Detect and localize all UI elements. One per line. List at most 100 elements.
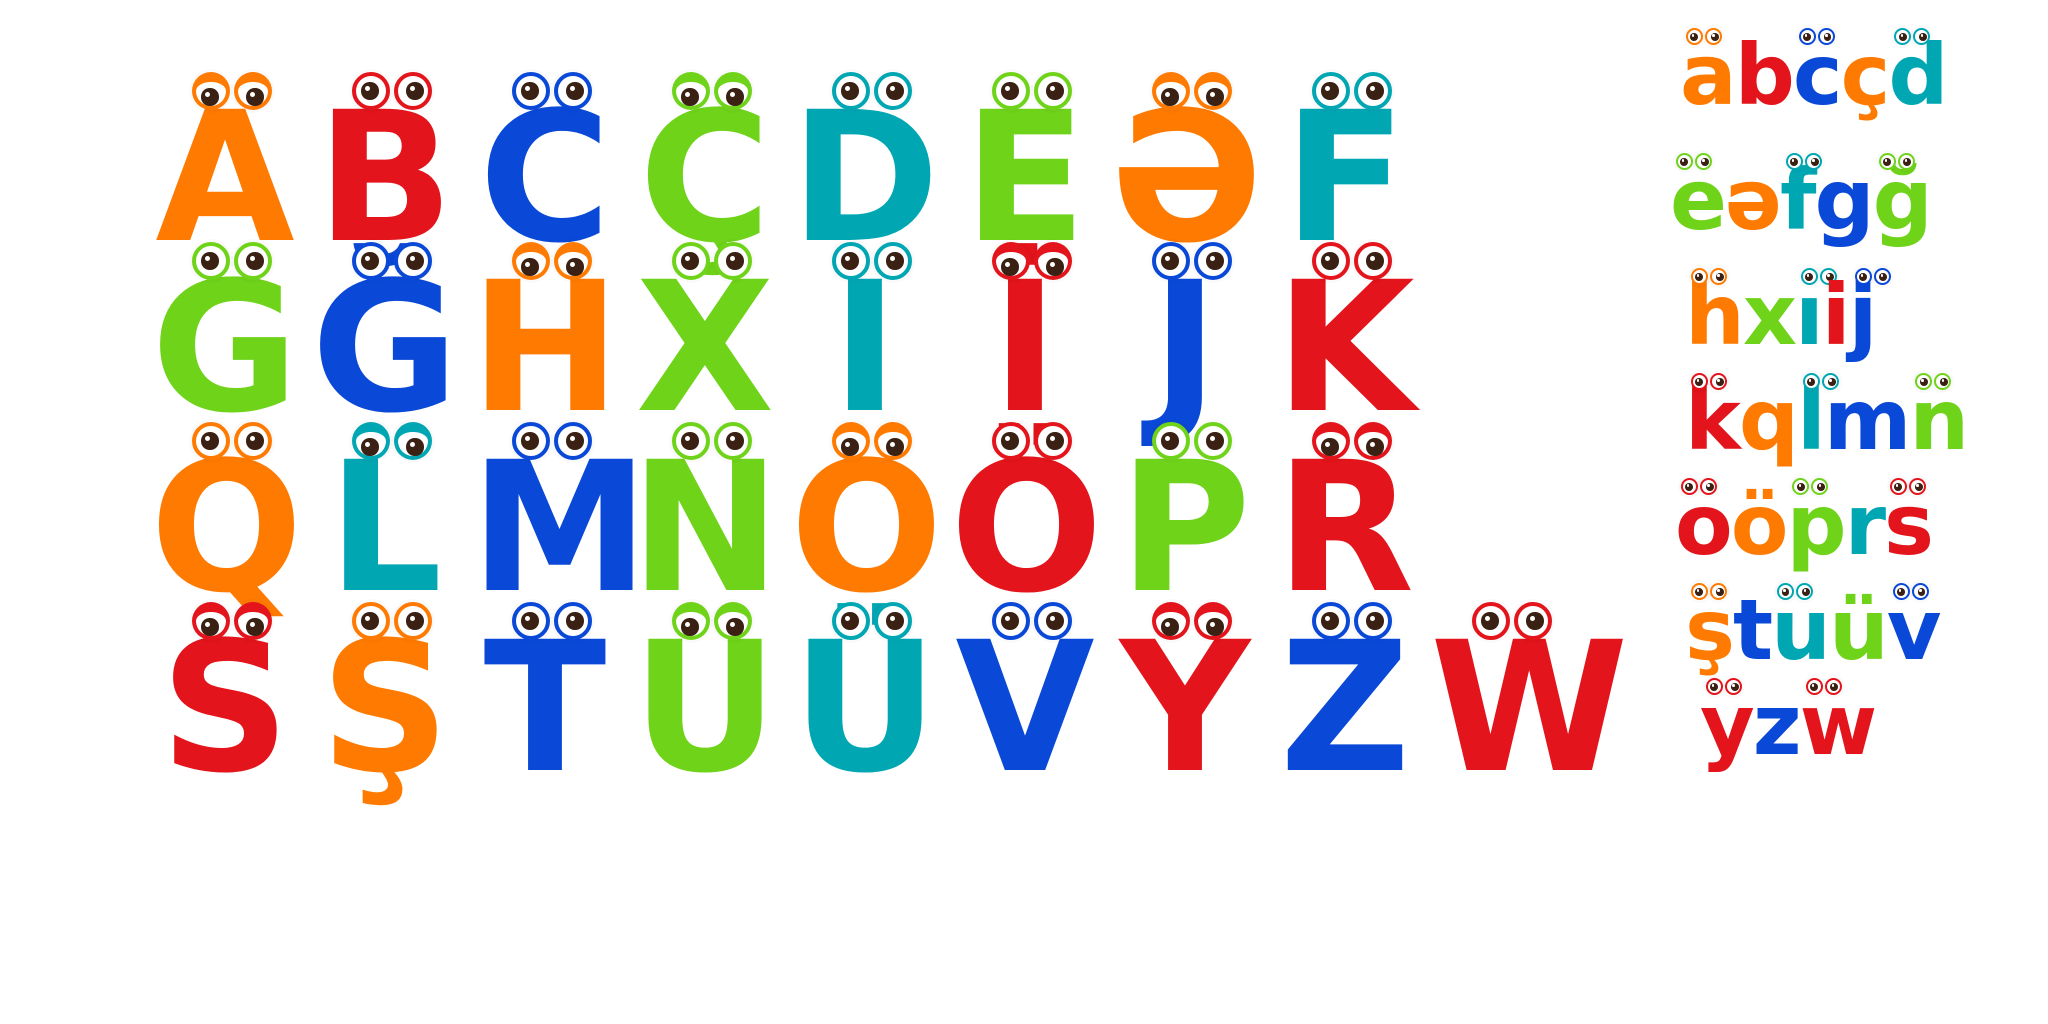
googly-eyes bbox=[512, 602, 592, 640]
lowercase-letter: u bbox=[1771, 575, 1831, 685]
eye-icon bbox=[1354, 602, 1392, 640]
letter-glyph: İ bbox=[991, 244, 1059, 453]
eye-icon bbox=[992, 422, 1030, 460]
letter-glyph: S bbox=[160, 604, 290, 813]
eye-icon bbox=[1034, 242, 1072, 280]
googly-eyes bbox=[1792, 478, 1829, 495]
uppercase-letter: Ğ bbox=[310, 242, 460, 444]
eye-icon bbox=[714, 422, 752, 460]
lowercase-letter: e bbox=[1670, 145, 1727, 255]
lowercase-alphabet: abcçdeəfgğhxıijkqlmnoöprsştuüvyzw bbox=[1670, 20, 2010, 1000]
eye-icon bbox=[1894, 28, 1912, 45]
letter-glyph: O bbox=[790, 424, 944, 633]
googly-eyes bbox=[1777, 583, 1814, 600]
eye-icon bbox=[1354, 422, 1392, 460]
googly-eyes bbox=[1676, 153, 1712, 170]
eye-icon bbox=[1801, 268, 1818, 285]
googly-eyes bbox=[512, 242, 592, 280]
letter-glyph: r bbox=[1844, 476, 1886, 574]
googly-eyes bbox=[832, 72, 912, 110]
uppercase-letter: V bbox=[950, 602, 1100, 804]
googly-eyes bbox=[1805, 678, 1842, 695]
lowercase-letter: i bbox=[1821, 260, 1851, 370]
lowercase-letter: b bbox=[1735, 20, 1795, 130]
lowercase-letter: h bbox=[1685, 260, 1745, 370]
eye-icon bbox=[1312, 422, 1350, 460]
googly-eyes bbox=[192, 422, 272, 460]
eye-icon bbox=[1911, 583, 1929, 600]
eye-icon bbox=[1854, 268, 1872, 285]
googly-eyes bbox=[992, 72, 1072, 110]
googly-eyes bbox=[352, 602, 432, 640]
letter-glyph: x bbox=[1742, 266, 1797, 364]
googly-eyes bbox=[192, 602, 272, 640]
googly-eyes bbox=[1152, 422, 1232, 460]
letter-glyph: Y bbox=[1119, 604, 1251, 813]
letter-glyph: Ö bbox=[950, 424, 1104, 633]
uppercase-letter: J bbox=[1110, 242, 1260, 444]
googly-eyes bbox=[352, 422, 432, 460]
lowercase-letter: v bbox=[1887, 575, 1942, 685]
googly-eyes bbox=[1312, 422, 1392, 460]
googly-eyes bbox=[1691, 373, 1727, 390]
eye-icon bbox=[1909, 478, 1927, 495]
letter-glyph: K bbox=[1275, 244, 1415, 453]
uppercase-letter: Q bbox=[150, 422, 303, 624]
eye-icon bbox=[1695, 153, 1712, 170]
googly-eyes bbox=[1152, 72, 1232, 110]
eye-icon bbox=[1691, 373, 1708, 390]
lowercase-letter: g bbox=[1815, 145, 1875, 255]
lowercase-letter: ə bbox=[1724, 145, 1782, 255]
eye-icon bbox=[832, 242, 870, 280]
lowercase-letter: c bbox=[1793, 20, 1843, 130]
letter-glyph: X bbox=[635, 244, 775, 453]
googly-eyes bbox=[1892, 583, 1929, 600]
letter-glyph: ə bbox=[1724, 151, 1782, 249]
eye-icon bbox=[1676, 153, 1693, 170]
letter-glyph: M bbox=[470, 424, 650, 633]
eye-icon bbox=[1805, 678, 1823, 695]
letter-glyph: m bbox=[1823, 371, 1912, 469]
letter-glyph: W bbox=[1430, 604, 1629, 813]
uppercase-letter: L bbox=[310, 422, 460, 624]
lowercase-letter: ü bbox=[1829, 575, 1889, 685]
uppercase-letter: Ü bbox=[790, 602, 940, 804]
googly-eyes bbox=[1152, 242, 1232, 280]
eye-icon bbox=[1194, 242, 1232, 280]
googly-eyes bbox=[1312, 72, 1392, 110]
uppercase-row: ABCÇDEƏF bbox=[150, 72, 1430, 274]
lowercase-letter: ş bbox=[1685, 575, 1735, 685]
eye-icon bbox=[1873, 268, 1891, 285]
lowercase-letter: f bbox=[1780, 145, 1822, 255]
eye-icon bbox=[352, 422, 390, 460]
letter-glyph: Q bbox=[150, 424, 304, 633]
uppercase-row: SŞTUÜVYZW bbox=[150, 602, 1629, 804]
uppercase-letter: İ bbox=[950, 242, 1100, 444]
googly-eyes bbox=[1706, 678, 1742, 695]
uppercase-letter: S bbox=[150, 602, 300, 804]
eye-icon bbox=[554, 602, 592, 640]
eye-icon bbox=[1892, 583, 1910, 600]
googly-eyes bbox=[192, 242, 272, 280]
letter-glyph: G bbox=[151, 244, 299, 453]
eye-icon bbox=[874, 602, 912, 640]
uppercase-letter: O bbox=[790, 422, 943, 624]
eye-icon bbox=[1725, 678, 1742, 695]
uppercase-letter: U bbox=[630, 602, 780, 804]
eye-icon bbox=[714, 602, 752, 640]
eye-icon bbox=[1700, 478, 1717, 495]
letter-glyph: i bbox=[1821, 266, 1851, 364]
eye-icon bbox=[1913, 28, 1931, 45]
googly-eyes bbox=[1854, 268, 1891, 285]
eye-icon bbox=[394, 72, 432, 110]
eye-icon bbox=[874, 72, 912, 110]
lowercase-letter: n bbox=[1909, 365, 1969, 475]
googly-eyes bbox=[512, 72, 592, 110]
eye-icon bbox=[1785, 153, 1803, 170]
letter-glyph: t bbox=[1733, 581, 1773, 679]
lowercase-row: eəfgğ bbox=[1670, 145, 1933, 255]
uppercase-letter: R bbox=[1270, 422, 1420, 624]
eye-icon bbox=[672, 72, 710, 110]
eye-icon bbox=[554, 422, 592, 460]
lowercase-letter: o bbox=[1675, 470, 1733, 580]
